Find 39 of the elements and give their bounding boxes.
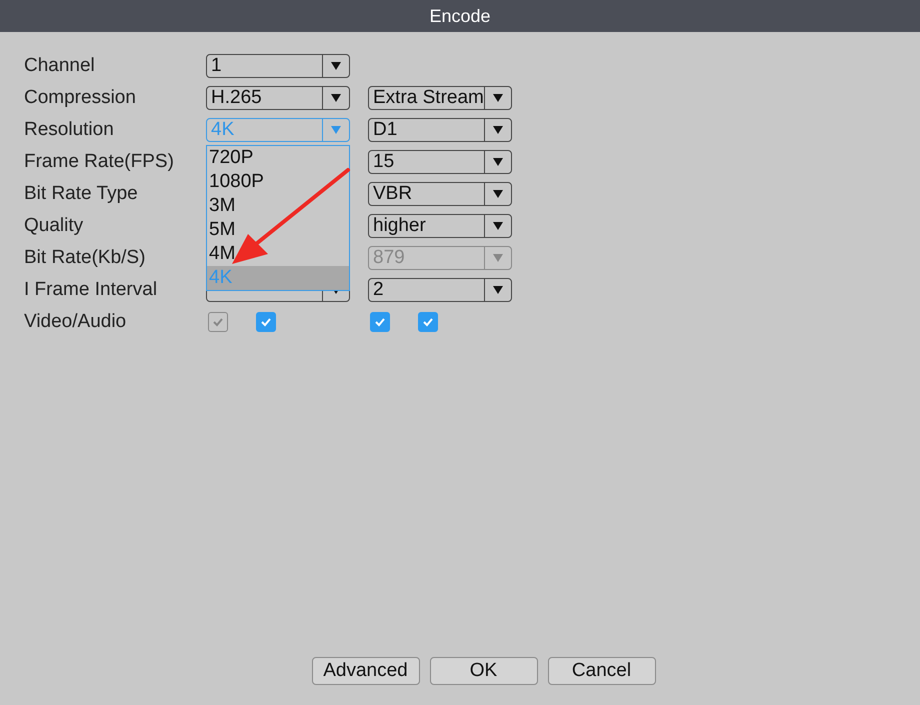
field-label: Bit Rate Type <box>24 182 139 206</box>
dialog-button[interactable]: OK <box>430 657 538 685</box>
field-label: Compression <box>24 86 137 110</box>
dropdown-option[interactable]: 5M <box>207 218 349 242</box>
caret-icon <box>493 254 503 262</box>
dropdown[interactable]: VBR <box>368 182 512 206</box>
dropdown-option[interactable]: 1080P <box>207 170 349 194</box>
dialog-button[interactable]: Advanced <box>312 657 420 685</box>
checkbox[interactable] <box>418 312 438 332</box>
field-label: Frame Rate(FPS) <box>24 150 175 174</box>
caret-icon <box>493 190 503 198</box>
field-label: Quality <box>24 214 84 238</box>
dropdown-option[interactable]: 4M <box>207 242 349 266</box>
dropdown[interactable]: 2 <box>368 278 512 302</box>
dropdown-option[interactable]: 720P <box>207 146 349 170</box>
field-label: Bit Rate(Kb/S) <box>24 246 146 270</box>
dropdown[interactable]: higher <box>368 214 512 238</box>
caret-icon <box>331 94 341 102</box>
dropdown[interactable]: Extra Stream <box>368 86 512 110</box>
dialog-button[interactable]: Cancel <box>548 657 656 685</box>
caret-icon <box>493 126 503 134</box>
dropdown-option[interactable]: 3M <box>207 194 349 218</box>
caret-icon <box>493 286 503 294</box>
field-label: Channel <box>24 54 96 78</box>
field-label: Resolution <box>24 118 115 142</box>
dropdown[interactable]: 15 <box>368 150 512 174</box>
checkbox[interactable] <box>370 312 390 332</box>
field-label: Video/Audio <box>24 310 128 334</box>
caret-icon <box>493 94 503 102</box>
dropdown[interactable]: D1 <box>368 118 512 142</box>
caret-icon <box>493 158 503 166</box>
field-label: I Frame Interval <box>24 278 158 302</box>
caret-icon <box>331 62 341 70</box>
window-title: Encode <box>0 0 920 32</box>
caret-icon <box>331 126 341 134</box>
caret-icon <box>493 222 503 230</box>
dropdown[interactable]: 1 <box>206 54 350 78</box>
dropdown[interactable]: H.265 <box>206 86 350 110</box>
checkbox[interactable] <box>256 312 276 332</box>
